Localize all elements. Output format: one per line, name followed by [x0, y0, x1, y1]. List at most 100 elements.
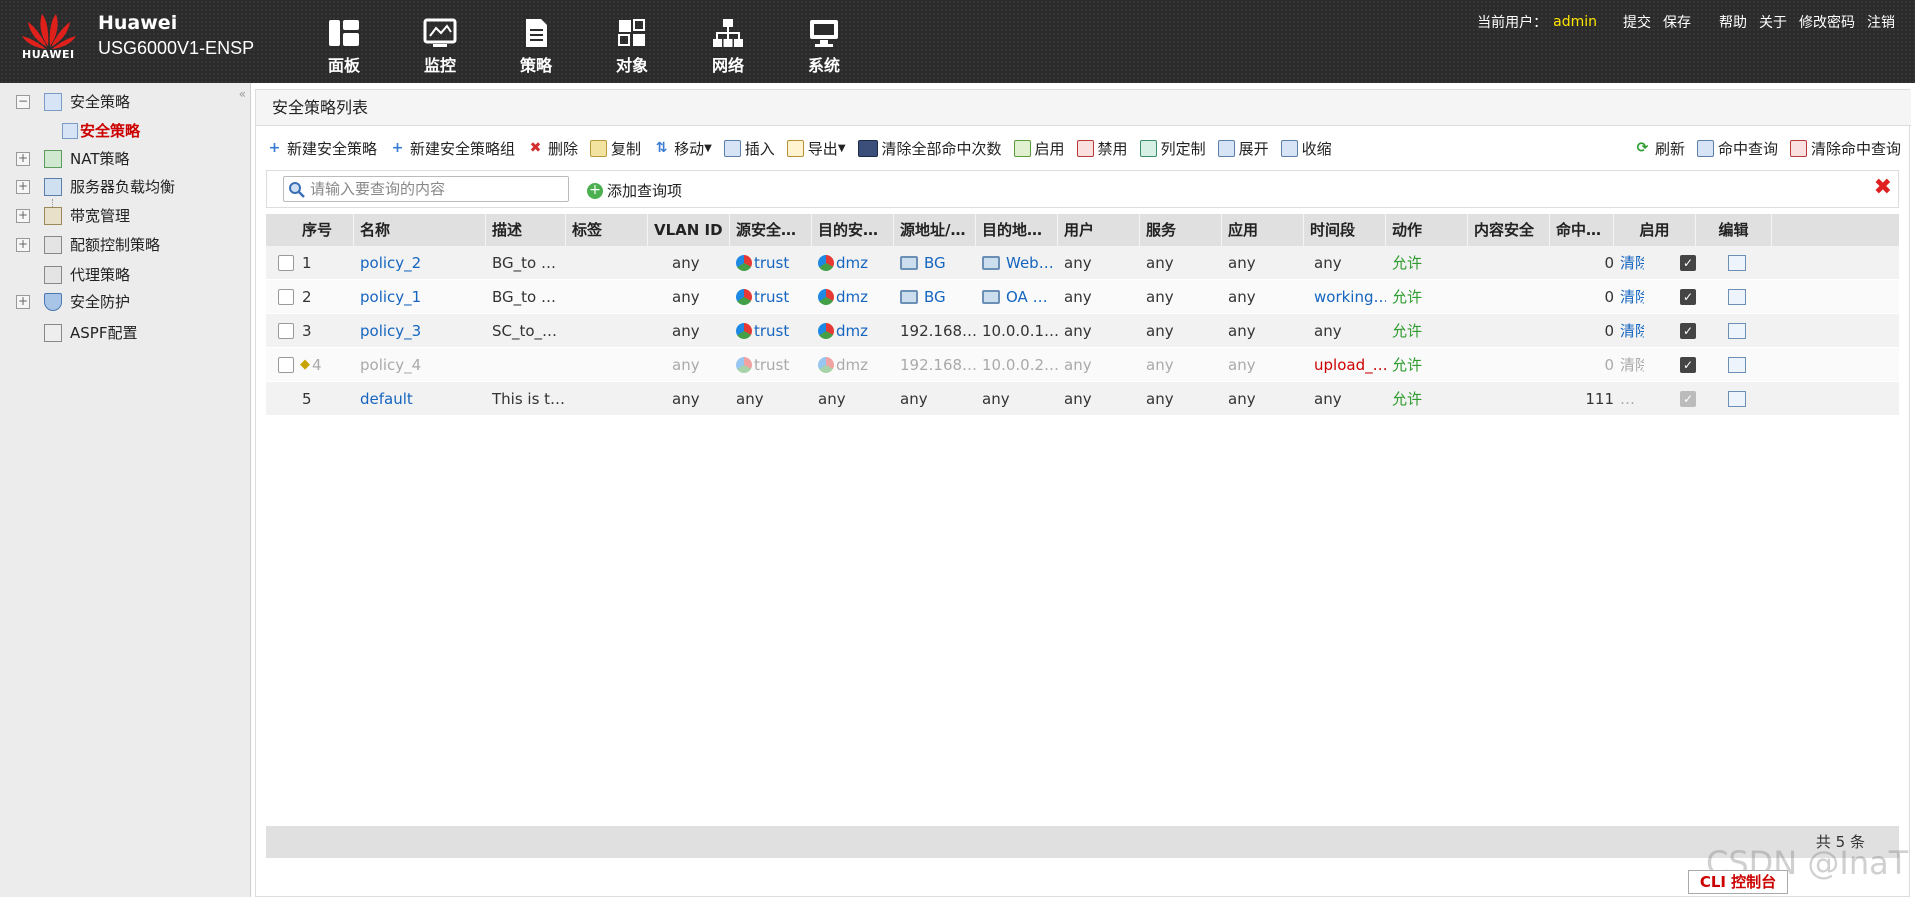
expand-button[interactable]: 展开: [1217, 138, 1269, 159]
sidebar-item-security-policy-group[interactable]: − 安全策略: [16, 91, 130, 112]
col-dst-addr[interactable]: 目的地…: [976, 214, 1058, 246]
enable-checkbox[interactable]: ✓: [1680, 288, 1696, 305]
nav-network[interactable]: 网络: [680, 16, 776, 76]
col-src-addr[interactable]: 源地址/…: [894, 214, 976, 246]
enable-button[interactable]: 启用: [1013, 138, 1065, 159]
policy-name-link[interactable]: default: [354, 382, 486, 415]
table-row[interactable]: 3 policy_3 SC_to_… any trust dmz 192.168…: [266, 314, 1899, 348]
sidebar-item-security-policy[interactable]: 安全策略: [62, 120, 140, 141]
col-vlan[interactable]: VLAN ID: [648, 214, 730, 246]
col-dst-zone[interactable]: 目的安…: [812, 214, 894, 246]
clear-all-hits-button[interactable]: 清除全部命中次数: [857, 138, 1002, 159]
enable-checkbox[interactable]: ✓: [1680, 254, 1696, 271]
edit-icon[interactable]: [1728, 254, 1746, 271]
sidebar-collapse-icon[interactable]: «: [239, 87, 246, 101]
expand-toggle-icon[interactable]: +: [16, 208, 30, 223]
logout-link[interactable]: 注销: [1867, 12, 1895, 32]
network-icon: [713, 19, 743, 47]
table-row[interactable]: 5 default This is t… any any any any any…: [266, 382, 1899, 416]
delete-button[interactable]: ✖ 删除: [527, 138, 578, 159]
policy-name-link[interactable]: policy_2: [354, 246, 486, 279]
table-row[interactable]: ◆ 4 policy_4 any trust dmz 192.168… 10.0.…: [266, 348, 1899, 382]
col-content-security[interactable]: 内容安全: [1468, 214, 1550, 246]
help-link[interactable]: 帮助: [1719, 12, 1747, 32]
col-enable[interactable]: 启用: [1614, 214, 1696, 246]
columns-icon: [1139, 140, 1157, 157]
nav-objects[interactable]: 对象: [584, 16, 680, 76]
refresh-button[interactable]: ⟳ 刷新: [1634, 138, 1685, 159]
nav-policy[interactable]: 策略: [488, 16, 584, 76]
nav-monitor[interactable]: 监控: [392, 16, 488, 76]
col-desc[interactable]: 描述: [486, 214, 566, 246]
clear-hits-link[interactable]: 清除: [1614, 280, 1644, 313]
clear-hits-link[interactable]: 清除: [1614, 246, 1644, 279]
clear-hits-link[interactable]: 清除: [1614, 314, 1644, 347]
change-password-link[interactable]: 修改密码: [1799, 12, 1855, 32]
logo-text: HUAWEI: [22, 48, 75, 61]
collapse-toggle-icon[interactable]: −: [16, 94, 30, 109]
about-link[interactable]: 关于: [1759, 12, 1787, 32]
sidebar-item-proxy-policy[interactable]: 代理策略: [44, 264, 130, 285]
new-policy-group-button[interactable]: + 新建安全策略组: [389, 138, 515, 159]
zone-icon: [736, 254, 752, 271]
sidebar-item-server-load-balancing[interactable]: + 服务器负载均衡: [16, 176, 175, 197]
enable-checkbox[interactable]: ✓: [1680, 356, 1696, 373]
search-input[interactable]: 请输入要查询的内容: [283, 176, 569, 202]
hit-query-button[interactable]: 命中查询: [1696, 138, 1778, 159]
column-customize-button[interactable]: 列定制: [1139, 138, 1206, 159]
insert-button[interactable]: 插入: [723, 138, 775, 159]
col-name[interactable]: 名称: [354, 214, 486, 246]
move-button[interactable]: ⇅ 移动 ▼: [653, 138, 712, 159]
plus-icon: +: [268, 140, 281, 156]
expand-toggle-icon[interactable]: +: [16, 294, 30, 309]
save-link[interactable]: 保存: [1663, 12, 1691, 32]
add-query-button[interactable]: + 添加查询项: [587, 180, 682, 201]
col-action[interactable]: 动作: [1386, 214, 1468, 246]
sidebar-item-security-protection[interactable]: + 安全防护: [16, 291, 130, 312]
edit-icon[interactable]: [1728, 322, 1746, 339]
col-src-zone[interactable]: 源安全…: [730, 214, 812, 246]
policy-name-link[interactable]: policy_1: [354, 280, 486, 313]
clear-hits-link[interactable]: 清除: [1614, 348, 1644, 381]
toolbar-right: ⟳ 刷新 命中查询 清除命中查询: [1634, 138, 1901, 159]
sidebar-item-bandwidth[interactable]: + 带宽管理: [16, 205, 130, 226]
col-app[interactable]: 应用: [1222, 214, 1304, 246]
close-search-icon[interactable]: ✖: [1874, 177, 1892, 199]
copy-button[interactable]: 复制: [590, 138, 641, 159]
sidebar-item-nat-policy[interactable]: + NAT策略: [16, 148, 129, 169]
expand-toggle-icon[interactable]: +: [16, 237, 30, 252]
row-checkbox[interactable]: [278, 356, 294, 373]
table-row[interactable]: 2 policy_1 BG_to … any trust dmz BG OA ……: [266, 280, 1899, 314]
table-body: 1 policy_2 BG_to … any trust dmz BG Web……: [266, 246, 1899, 416]
col-seq[interactable]: 序号: [266, 214, 354, 246]
commit-link[interactable]: 提交: [1623, 12, 1651, 32]
clear-hit-query-button[interactable]: 清除命中查询: [1789, 138, 1901, 159]
disable-button[interactable]: 禁用: [1076, 138, 1128, 159]
collapse-button[interactable]: 收缩: [1280, 138, 1332, 159]
expand-toggle-icon[interactable]: +: [16, 151, 30, 166]
table-row[interactable]: 1 policy_2 BG_to … any trust dmz BG Web……: [266, 246, 1899, 280]
cli-console-button[interactable]: CLI 控制台: [1688, 870, 1788, 894]
policy-name-link[interactable]: policy_3: [354, 314, 486, 347]
edit-icon[interactable]: [1728, 288, 1746, 305]
col-edit[interactable]: 编辑: [1696, 214, 1772, 246]
row-checkbox[interactable]: [278, 288, 294, 305]
nav-dashboard[interactable]: 面板: [296, 16, 392, 76]
policy-name-link[interactable]: policy_4: [354, 348, 486, 381]
nav-system[interactable]: 系统: [776, 16, 872, 76]
row-checkbox[interactable]: [278, 254, 294, 271]
sidebar-item-quota-control[interactable]: + 配额控制策略: [16, 234, 160, 255]
new-policy-button[interactable]: + 新建安全策略: [266, 138, 377, 159]
enable-checkbox[interactable]: ✓: [1680, 322, 1696, 339]
sidebar-item-aspf[interactable]: ASPF配置: [44, 322, 137, 343]
row-checkbox[interactable]: [278, 322, 294, 339]
col-service[interactable]: 服务: [1140, 214, 1222, 246]
col-user[interactable]: 用户: [1058, 214, 1140, 246]
edit-icon[interactable]: [1728, 356, 1746, 373]
expand-toggle-icon[interactable]: +: [16, 179, 30, 194]
export-button[interactable]: 导出 ▼: [786, 138, 846, 159]
edit-icon[interactable]: [1728, 390, 1746, 407]
col-tag[interactable]: 标签: [566, 214, 648, 246]
col-hits[interactable]: 命中…: [1550, 214, 1614, 246]
col-time[interactable]: 时间段: [1304, 214, 1386, 246]
